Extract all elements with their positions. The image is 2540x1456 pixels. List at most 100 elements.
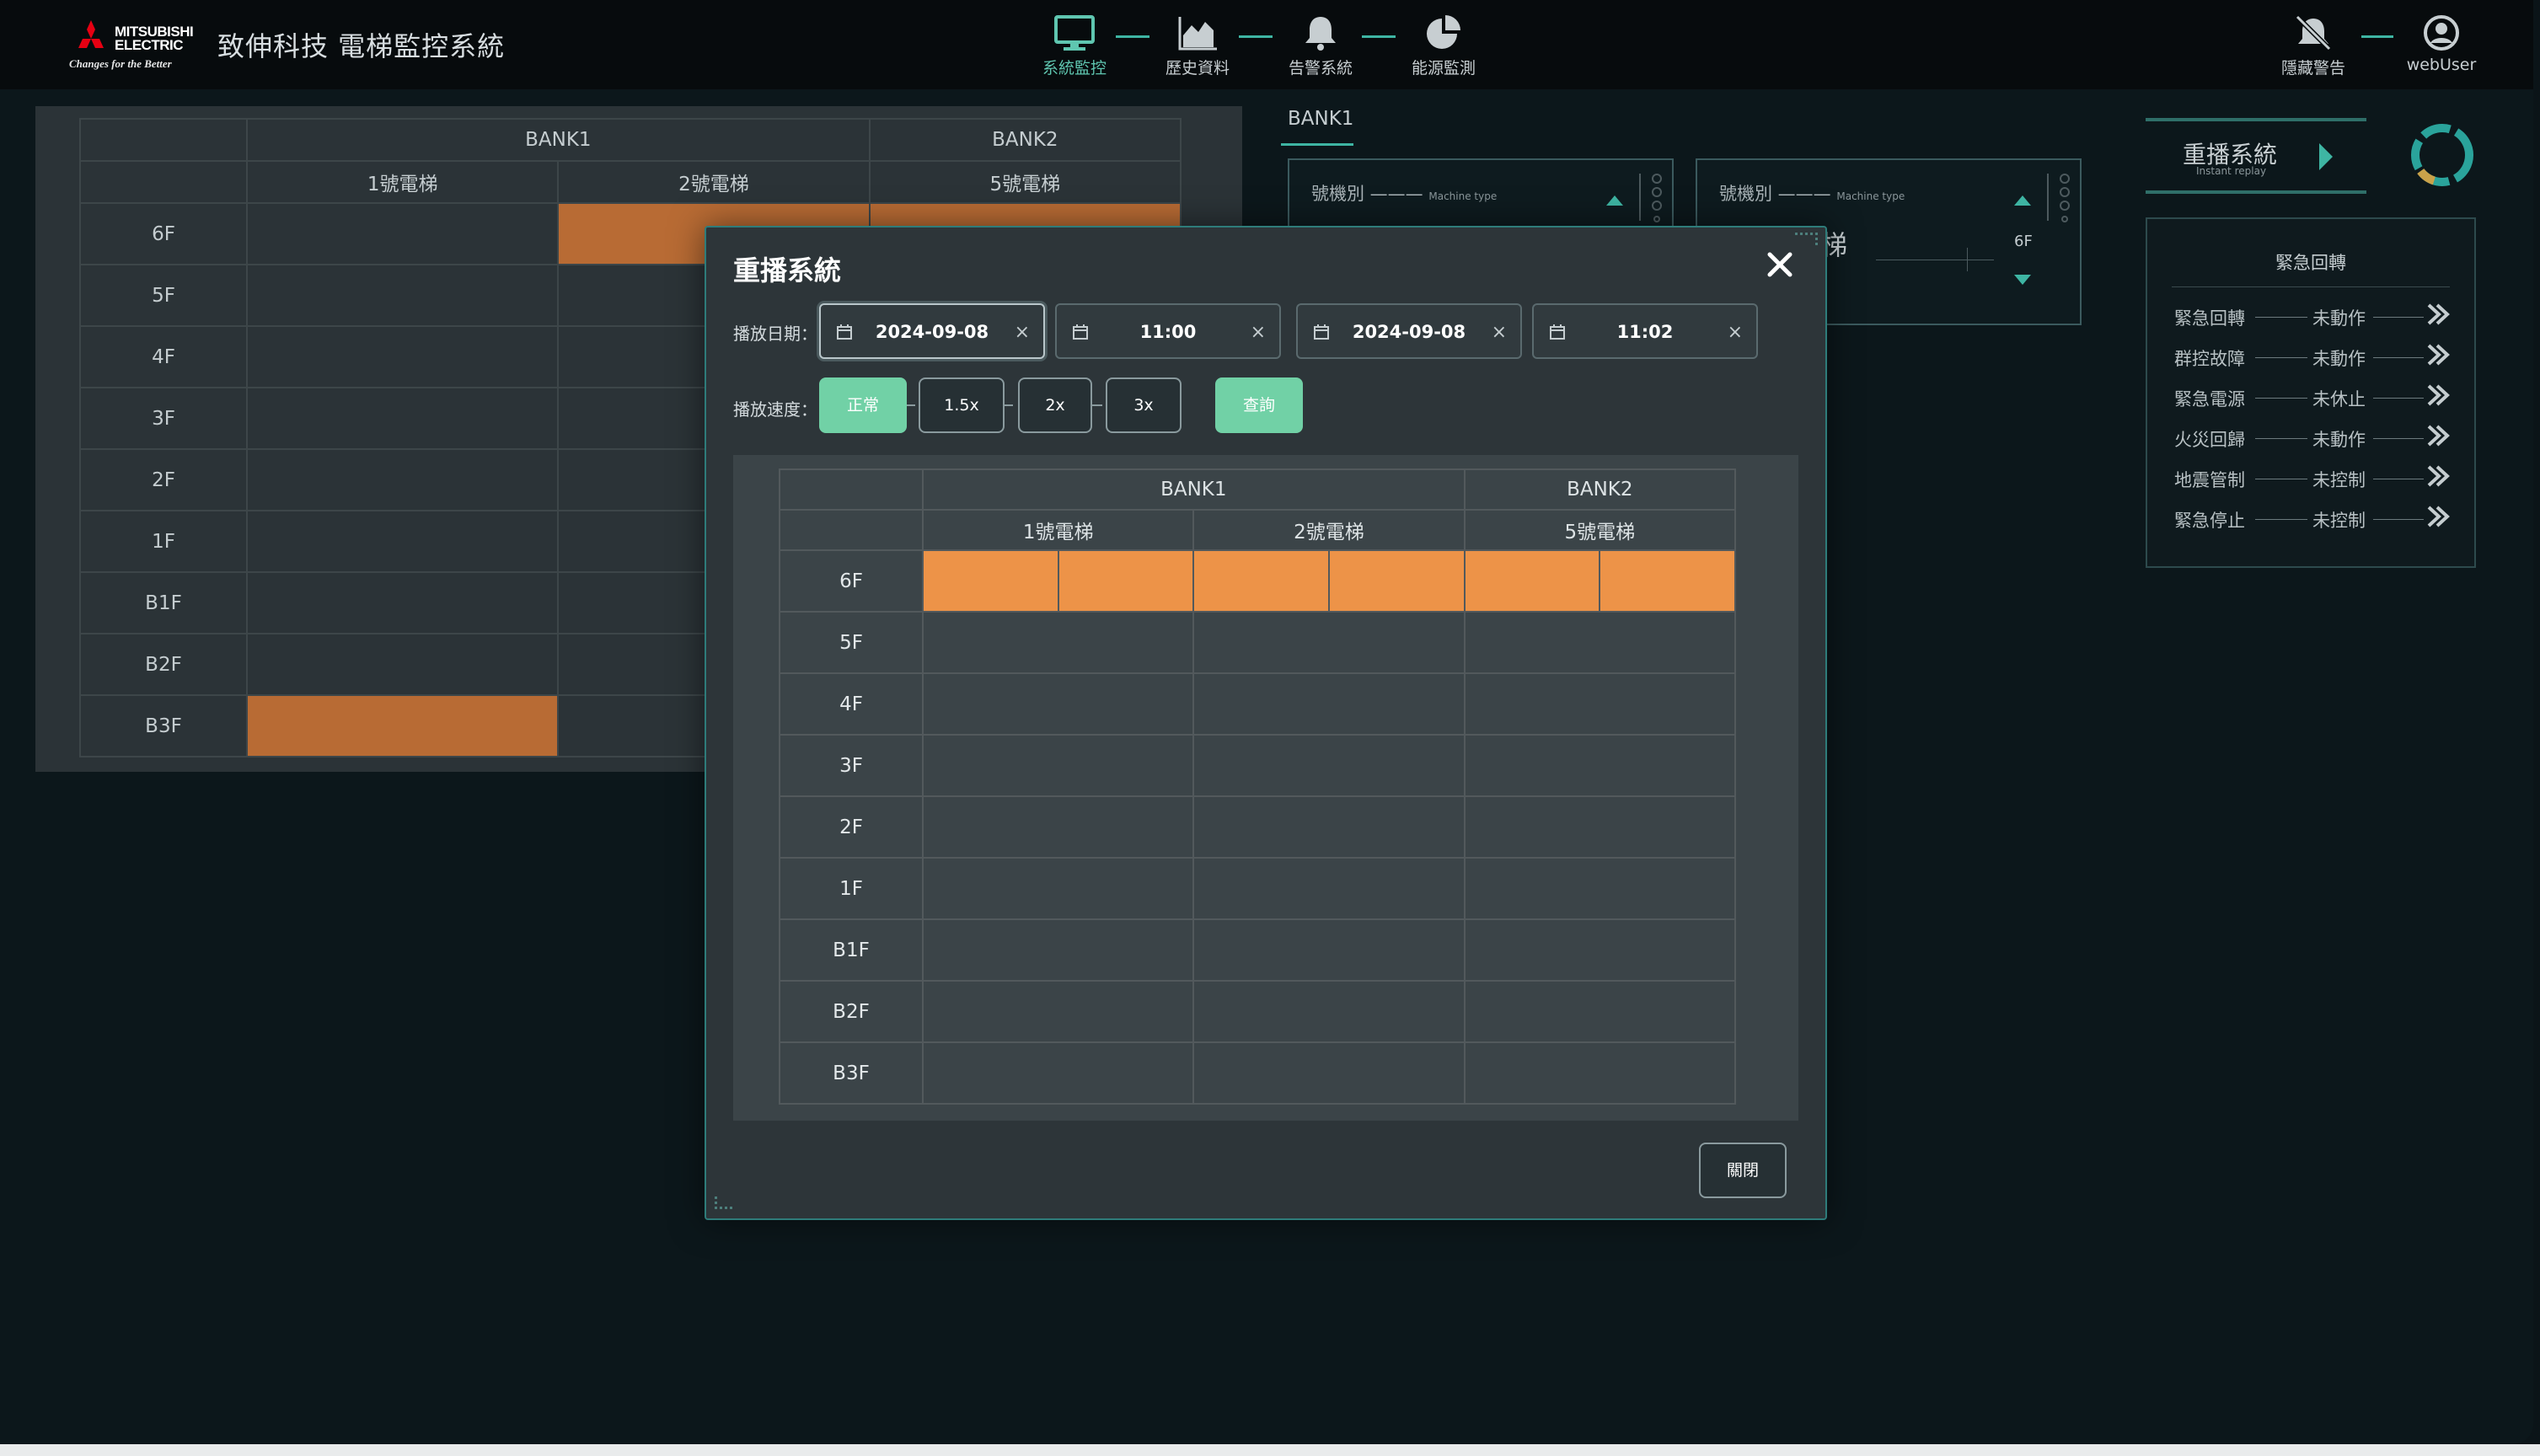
floor-label: 3F [779,734,924,797]
end-date-input[interactable]: 2024-09-08 × [1296,303,1522,359]
rail-icon [2047,174,2070,222]
triangle-down-icon[interactable] [2012,273,2033,286]
chevron-double-right-icon[interactable] [2427,344,2451,366]
floor-label: 6F [79,202,248,265]
speed-label: 播放速度： [733,399,817,420]
floor-row: B1F [779,918,1737,982]
bank-tab-underline [1281,143,1353,146]
corner-decoration-icon [1795,233,1818,245]
clear-icon[interactable]: × [1492,322,1507,343]
close-icon[interactable] [1763,248,1797,281]
triangle-up-icon[interactable] [1605,194,1625,207]
grid-cell [921,795,1195,859]
clear-icon[interactable]: × [1015,322,1030,343]
floor-row: 4F [779,672,1737,736]
chevron-double-right-icon[interactable] [2427,425,2451,447]
grid-cell [921,672,1195,736]
grid-cell [921,611,1195,674]
rail-icon [1639,174,1662,222]
monitor-icon [1054,15,1095,51]
start-date-input[interactable]: 2024-09-08 × [819,303,1045,359]
nav-history[interactable]: 歷史資料 [1151,10,1244,78]
nav-system-monitor[interactable]: 系統監控 [1028,10,1121,78]
elevator-car [1327,549,1466,613]
bell-off-icon [2295,14,2332,51]
clear-icon[interactable]: × [1251,322,1266,343]
grid-cell [1463,918,1737,982]
grid-cell [1192,795,1466,859]
chevron-double-right-icon[interactable] [2427,506,2451,527]
grid-cell [245,571,560,634]
floor-label: 4F [79,325,248,388]
floor-label: B3F [79,694,248,757]
grid-cell [921,980,1195,1043]
nav-divider [1116,35,1149,38]
bank-tab[interactable]: BANK1 [1288,108,1353,130]
speed-3x-button[interactable]: 3x [1106,377,1182,433]
emergency-name: 緊急停止 [2174,511,2245,531]
grid-cell [1192,857,1466,920]
floor-row: 1F [779,857,1737,920]
emergency-name: 群控故障 [2174,349,2245,369]
bottom-strip [0,1444,2540,1456]
nav-energy[interactable]: 能源監測 [1397,10,1490,78]
speed-2x-button[interactable]: 2x [1018,377,1092,433]
nav-divider [1362,35,1396,38]
grid-cell [921,857,1195,920]
grid-cell [1463,1041,1737,1105]
elevator-header: 5號電梯 [1463,509,1737,551]
user-icon [2424,15,2459,51]
grid-cell [245,387,560,450]
close-button[interactable]: 關閉 [1699,1143,1787,1198]
start-date-value: 2024-09-08 [875,322,989,342]
emergency-row: 群控故障 未動作 [2174,340,2461,374]
replay-grid-panel: BANK1 BANK2 1號電梯 2號電梯 5號電梯 6F 5F 4F 3F 2… [733,455,1798,1121]
emergency-status: 未控制 [2312,470,2366,490]
machine-type-sub: Machine type [1428,190,1498,202]
triangle-up-icon[interactable] [2012,194,2033,207]
chevron-double-right-icon[interactable] [2427,465,2451,487]
elevator-car [922,549,1059,613]
chevron-double-right-icon[interactable] [2427,384,2451,406]
grid-cell [1192,980,1466,1043]
hide-alert-label: 隱藏警告 [2280,59,2345,78]
floor-label: 1F [79,510,248,573]
floor-label: B1F [79,571,248,634]
end-time-input[interactable]: 11:02 × [1532,303,1758,359]
user-menu[interactable]: webUser [2395,10,2488,78]
elevator-header: 1號電梯 [921,509,1195,551]
main-nav: 系統監控 歷史資料 告警系統 能源監測 [1028,10,1500,78]
machine-type-label: 號機別 [1311,184,1364,204]
speed-1-5x-button[interactable]: 1.5x [919,377,1005,433]
resize-handle-icon[interactable] [713,1195,738,1213]
emergency-panel: 緊急回轉 緊急回轉 未動作 群控故障 未動作 緊急電源 未休止 火災回歸 未動作… [2146,217,2476,568]
bank-header: BANK1 [922,468,1466,511]
start-time-value: 11:00 [1139,322,1197,342]
clear-icon[interactable]: × [1728,322,1743,343]
grid-cell [1192,918,1466,982]
replay-system-button[interactable]: 重播系統 Instant replay [2146,118,2366,194]
emergency-status: 未控制 [2312,511,2366,531]
grid-cell [1192,672,1466,736]
brand-tagline: Changes for the Better [69,57,172,70]
chevron-double-right-icon[interactable] [2427,303,2451,325]
nav-alerts[interactable]: 告警系統 [1274,10,1367,78]
grid-cell [245,633,560,696]
query-button[interactable]: 查詢 [1215,377,1303,433]
grid-cell [245,325,560,388]
bank-header: BANK2 [1463,468,1737,511]
floor-label: 5F [79,264,248,327]
hide-alert-button[interactable]: 隱藏警告 [2267,10,2360,78]
floor-row: B3F [779,1041,1737,1105]
start-time-input[interactable]: 11:00 × [1055,303,1281,359]
emergency-name: 緊急回轉 [2174,308,2245,329]
nav-divider [2361,35,2393,38]
floor-label: 6F [779,549,924,613]
nav-label: 能源監測 [1411,59,1476,78]
emergency-status: 未動作 [2312,430,2366,450]
speed-normal-button[interactable]: 正常 [819,377,907,433]
bell-icon [1305,17,1336,51]
emergency-name: 火災回歸 [2174,430,2245,450]
play-arrow-icon [2319,143,2333,170]
emergency-name: 緊急電源 [2174,389,2245,410]
